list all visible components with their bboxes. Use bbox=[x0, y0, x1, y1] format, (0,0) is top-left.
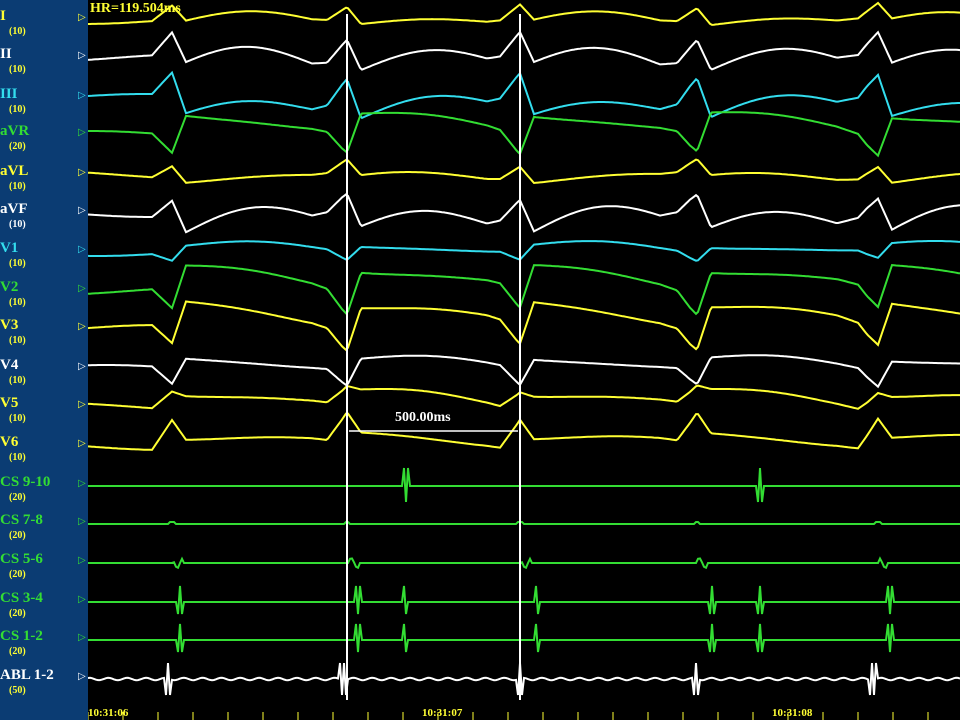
trace-i bbox=[88, 1, 960, 26]
baseline-marker-icon: ▷ bbox=[78, 167, 86, 178]
baseline-marker-icon: ▷ bbox=[78, 632, 86, 643]
trace-v5 bbox=[88, 384, 960, 410]
channel-name: V5 bbox=[0, 395, 19, 411]
channel-gain: (10) bbox=[9, 297, 26, 308]
channel-label-panel: I (10) ▷ II (10) ▷ III (10) ▷ aVR (20) ▷ aVL (10) ▷ aVF… bbox=[0, 0, 88, 720]
channel-name: V3 bbox=[0, 317, 19, 333]
trace-avf bbox=[88, 193, 960, 234]
trace-cs-3-4 bbox=[88, 585, 960, 615]
baseline-marker-icon: ▷ bbox=[78, 90, 86, 101]
trace-cs-9-10 bbox=[88, 467, 960, 503]
channel-name: V4 bbox=[0, 357, 19, 373]
baseline-marker-icon: ▷ bbox=[78, 438, 86, 449]
baseline-marker-icon: ▷ bbox=[78, 127, 86, 138]
channel-name: II bbox=[0, 46, 12, 62]
baseline-marker-icon: ▷ bbox=[78, 555, 86, 566]
trace-v3 bbox=[88, 300, 960, 352]
channel-name: CS 1-2 bbox=[0, 628, 43, 644]
baseline-marker-icon: ▷ bbox=[78, 244, 86, 255]
channel-name: CS 9-10 bbox=[0, 474, 51, 490]
channel-gain: (10) bbox=[9, 104, 26, 115]
channel-name: aVF bbox=[0, 201, 28, 217]
baseline-marker-icon: ▷ bbox=[78, 50, 86, 61]
caliper-measurement-label: 500.00ms bbox=[395, 410, 451, 425]
time-label-1: 10:31:06 bbox=[88, 707, 129, 719]
channel-gain: (20) bbox=[9, 646, 26, 657]
channel-gain: (10) bbox=[9, 258, 26, 269]
channel-gain: (10) bbox=[9, 375, 26, 386]
channel-gain: (20) bbox=[9, 608, 26, 619]
time-label-2: 10:31:07 bbox=[422, 707, 463, 719]
baseline-marker-icon: ▷ bbox=[78, 594, 86, 605]
channel-gain: (10) bbox=[9, 219, 26, 230]
channel-label-abl-1-2: ABL 1-2 (50) ▷ bbox=[0, 667, 88, 715]
channel-name: ABL 1-2 bbox=[0, 667, 54, 683]
channel-gain: (10) bbox=[9, 64, 26, 75]
channel-gain: (20) bbox=[9, 141, 26, 152]
channel-name: CS 7-8 bbox=[0, 512, 43, 528]
trace-abl-1-2 bbox=[88, 662, 960, 696]
baseline-marker-icon: ▷ bbox=[78, 478, 86, 489]
baseline-marker-icon: ▷ bbox=[78, 12, 86, 23]
trace-avl bbox=[88, 158, 960, 185]
time-label-3: 10:31:08 bbox=[772, 707, 813, 719]
trace-ii bbox=[88, 30, 960, 71]
channel-gain: (10) bbox=[9, 413, 26, 424]
baseline-marker-icon: ▷ bbox=[78, 205, 86, 216]
baseline-marker-icon: ▷ bbox=[78, 516, 86, 527]
channel-name: aVL bbox=[0, 163, 29, 179]
channel-gain: (20) bbox=[9, 530, 26, 541]
baseline-marker-icon: ▷ bbox=[78, 361, 86, 372]
channel-gain: (50) bbox=[9, 685, 26, 696]
heart-rate-label: HR=119.504ms bbox=[90, 1, 181, 16]
trace-avr bbox=[88, 111, 960, 158]
channel-name: aVR bbox=[0, 123, 30, 139]
trace-v1 bbox=[88, 240, 960, 262]
channel-gain: (10) bbox=[9, 181, 26, 192]
channel-gain: (20) bbox=[9, 569, 26, 580]
trace-v4 bbox=[88, 354, 960, 389]
baseline-marker-icon: ▷ bbox=[78, 399, 86, 410]
baseline-marker-icon: ▷ bbox=[78, 671, 86, 682]
trace-iii bbox=[88, 70, 960, 120]
trace-v6 bbox=[88, 412, 960, 451]
baseline-marker-icon: ▷ bbox=[78, 283, 86, 294]
channel-name: V1 bbox=[0, 240, 19, 256]
baseline-marker-icon: ▷ bbox=[78, 321, 86, 332]
trace-cs-1-2 bbox=[88, 623, 960, 653]
channel-gain: (10) bbox=[9, 26, 26, 37]
channel-label-i: I (10) ▷ bbox=[0, 8, 88, 56]
trace-cs-7-8 bbox=[88, 521, 960, 525]
channel-gain: (10) bbox=[9, 335, 26, 346]
trace-v2 bbox=[88, 264, 960, 316]
channel-name: V6 bbox=[0, 434, 19, 450]
channel-name: CS 3-4 bbox=[0, 590, 43, 606]
channel-name: CS 5-6 bbox=[0, 551, 43, 567]
channel-gain: (10) bbox=[9, 452, 26, 463]
trace-cs-5-6 bbox=[88, 556, 960, 570]
channel-gain: (20) bbox=[9, 492, 26, 503]
ecg-trace-area bbox=[88, 1, 960, 720]
channel-name: III bbox=[0, 86, 18, 102]
channel-name: I bbox=[0, 8, 6, 24]
channel-name: V2 bbox=[0, 279, 19, 295]
